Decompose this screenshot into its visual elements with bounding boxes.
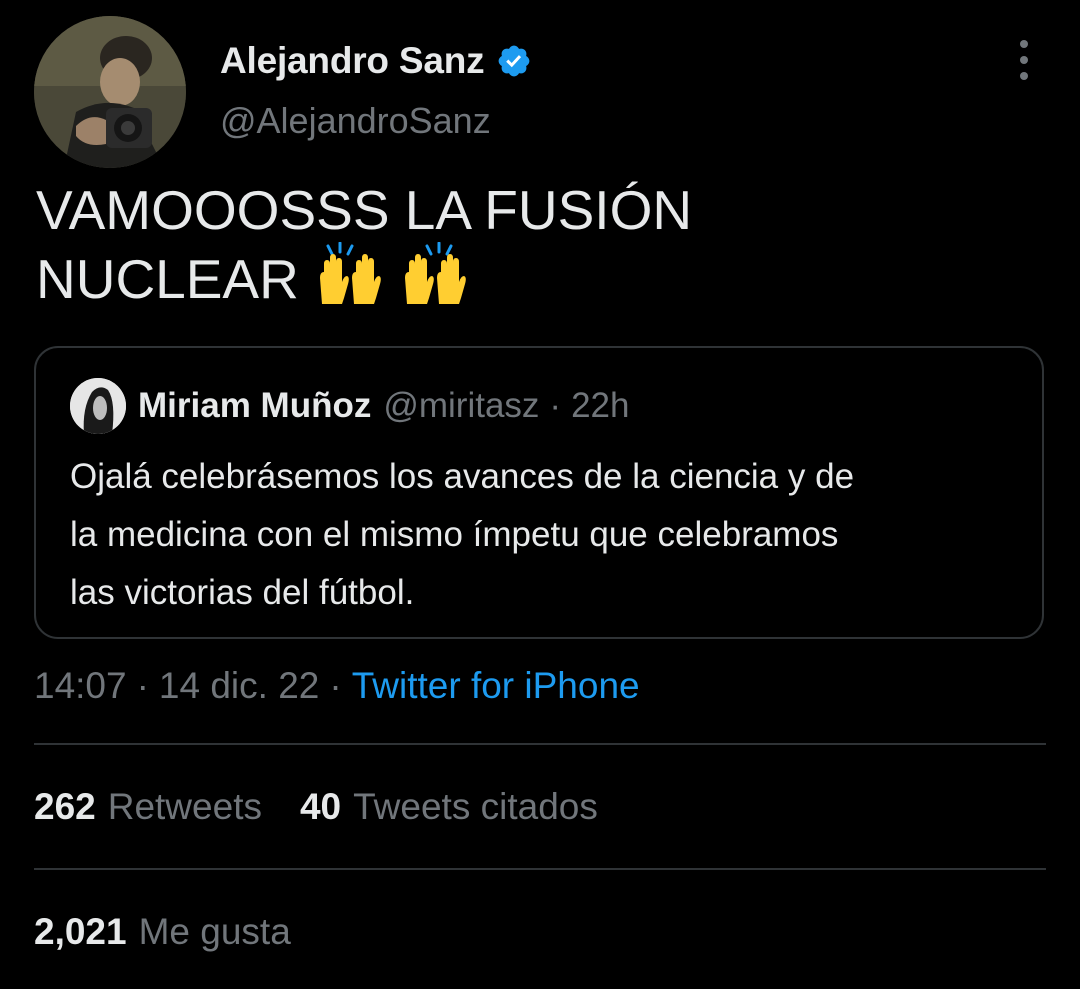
author-avatar[interactable] (34, 16, 186, 168)
meta-separator: · (136, 665, 149, 706)
raising-hands-emoji (314, 241, 384, 319)
quoted-author-avatar[interactable] (70, 378, 126, 434)
tweet-source-link[interactable]: Twitter for iPhone (352, 665, 640, 707)
likes-label: Me gusta (138, 911, 291, 952)
retweets-label: Retweets (107, 786, 262, 827)
tweet-time[interactable]: 14:07 (34, 665, 127, 707)
quoted-text-line: las victorias del fútbol. (70, 573, 415, 612)
quotes-label: Tweets citados (353, 786, 598, 827)
more-options-icon[interactable] (1008, 40, 1040, 80)
quotes-stat[interactable]: 40 Tweets citados (300, 786, 598, 828)
likes-count: 2,021 (34, 911, 127, 952)
raising-hands-emoji (399, 241, 469, 319)
quoted-author-handle[interactable]: @miritasz (383, 386, 539, 426)
quoted-tweet-header: Miriam Muñoz @miritasz · 22h (138, 384, 629, 428)
tweet-text-line-2: NUCLEAR (36, 241, 1036, 319)
likes-stat[interactable]: 2,021 Me gusta (34, 911, 291, 953)
quoted-text-line: la medicina con el mismo ímpetu que cele… (70, 515, 839, 554)
tweet-text: VAMOOOSSS LA FUSIÓN NUCLEAR (36, 178, 1036, 319)
more-dot (1020, 72, 1028, 80)
quoted-text-line: Ojalá celebrásemos los avances de la cie… (70, 457, 855, 496)
author-name-row[interactable]: Alejandro Sanz (220, 38, 532, 84)
author-name[interactable]: Alejandro Sanz (220, 40, 485, 82)
tweet-meta: 14:07 · 14 dic. 22 · Twitter for iPhone (34, 662, 640, 710)
verified-badge-icon (496, 43, 532, 79)
quoted-tweet-card[interactable]: Miriam Muñoz @miritasz · 22h Ojalá celeb… (34, 346, 1044, 639)
quoted-tweet-time: 22h (571, 386, 630, 425)
engagement-stats: 262 Retweets 40 Tweets citados (34, 782, 636, 832)
tweet-date[interactable]: 14 dic. 22 (159, 665, 319, 707)
more-dot (1020, 56, 1028, 64)
retweets-count: 262 (34, 786, 96, 827)
tweet-text-line: VAMOOOSSS LA FUSIÓN (36, 179, 693, 241)
tweet-detail: Alejandro Sanz @AlejandroSanz VAMOOOSSS … (0, 0, 1080, 989)
more-dot (1020, 40, 1028, 48)
quoted-separator: · (549, 386, 562, 425)
quoted-author-name[interactable]: Miriam Muñoz (138, 386, 371, 426)
retweets-stat[interactable]: 262 Retweets (34, 786, 262, 828)
likes-stats: 2,021 Me gusta (34, 907, 329, 957)
meta-separator: · (329, 665, 342, 706)
quoted-tweet-text: Ojalá celebrásemos los avances de la cie… (70, 448, 1030, 622)
divider (34, 743, 1046, 745)
tweet-text-line: NUCLEAR (36, 248, 299, 310)
divider (34, 868, 1046, 870)
author-handle[interactable]: @AlejandroSanz (220, 100, 491, 142)
quotes-count: 40 (299, 786, 342, 827)
